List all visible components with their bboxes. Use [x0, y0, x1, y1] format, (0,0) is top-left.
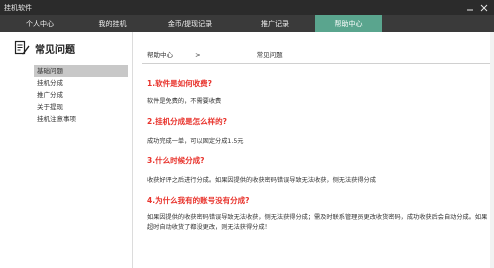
- sidebar-title: 常见问题: [35, 44, 75, 56]
- main-content: 帮助中心 > 常见问题 1.软件是如何收费? 软件是免费的，不需要收费 2.挂机…: [134, 32, 494, 268]
- sidebar-item-hosting-share[interactable]: 挂机分成: [34, 77, 128, 89]
- app-title: 挂机软件: [4, 4, 32, 12]
- sidebar-item-about-withdraw[interactable]: 关于提现: [34, 101, 128, 113]
- breadcrumb-root[interactable]: 帮助中心: [147, 51, 173, 59]
- sidebar-item-basic-questions[interactable]: 基础问题: [34, 65, 128, 77]
- close-icon: [480, 4, 488, 11]
- faq-document-icon: [14, 40, 30, 55]
- title-bar: 挂机软件: [0, 0, 494, 15]
- close-button[interactable]: [477, 1, 491, 14]
- tab-promotion-records[interactable]: 推广记录: [235, 15, 315, 32]
- tab-personal-center[interactable]: 个人中心: [0, 15, 80, 32]
- sidebar: 常见问题 基础问题 挂机分成 推广分成 关于提现 挂机注意事项: [0, 32, 133, 268]
- sidebar-header: 常见问题: [14, 40, 75, 56]
- breadcrumb-separator: >: [195, 51, 201, 59]
- scrollbar[interactable]: [490, 32, 494, 268]
- sidebar-item-promotion-share[interactable]: 推广分成: [34, 89, 128, 101]
- sidebar-menu: 基础问题 挂机分成 推广分成 关于提现 挂机注意事项: [34, 65, 128, 125]
- faq-answer: 软件是免费的，不需要收费: [147, 98, 222, 105]
- faq-answer: 如果因提供的收获密码错误导致无法收获，侧无法获得分成；需及时联系管理员更改收货密…: [147, 214, 488, 231]
- breadcrumb-current: 常见问题: [256, 51, 283, 59]
- faq-answer: 成功完成一单，可以固定分成1.5元: [147, 138, 244, 145]
- faq-question: 1.软件是如何收费?: [147, 79, 212, 88]
- faq-answer: 收获好评之后进行分成。如果因提供的收获密码错误导致无法收获，侧无法获得分成: [147, 177, 376, 184]
- sidebar-item-hosting-notes[interactable]: 挂机注意事项: [34, 113, 128, 125]
- tab-help-center[interactable]: 帮助中心: [315, 15, 382, 32]
- minimize-icon: [467, 9, 473, 10]
- main-nav: 个人中心 我的挂机 金币/提现记录 推广记录 帮助中心: [0, 15, 494, 32]
- tab-my-hosting[interactable]: 我的挂机: [80, 15, 145, 32]
- window-controls: [463, 1, 491, 14]
- breadcrumb: 帮助中心 > 常见问题: [147, 49, 283, 59]
- tab-coin-withdraw-records[interactable]: 金币/提现记录: [145, 15, 235, 32]
- faq-question: 3.什么时候分成?: [147, 156, 205, 165]
- content-divider: [142, 63, 492, 64]
- faq-question: 2.挂机分成是怎么样的?: [147, 117, 227, 126]
- faq-question: 4.为什么我有的账号没有分成?: [147, 196, 250, 205]
- minimize-button[interactable]: [463, 1, 477, 14]
